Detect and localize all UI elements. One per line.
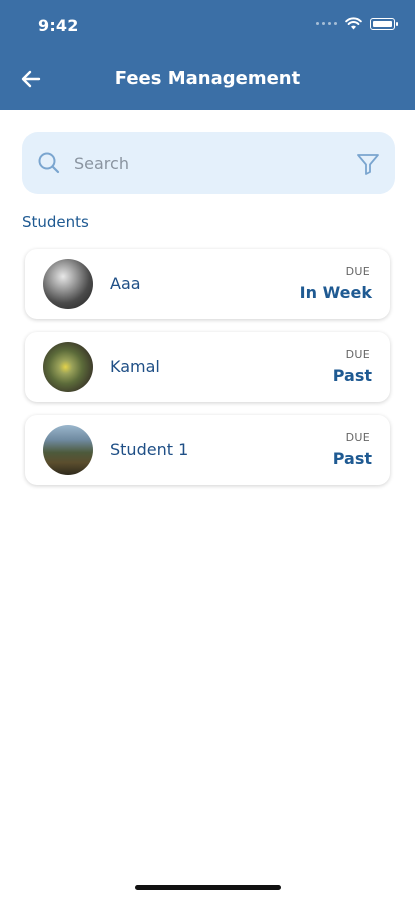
student-card[interactable]: Aaa DUE In Week (25, 249, 390, 319)
page-title: Fees Management (114, 68, 301, 89)
search-bar[interactable] (22, 132, 395, 194)
wifi-icon (345, 17, 362, 30)
search-icon (38, 152, 60, 174)
app-header: 9:42 Fees Management (0, 0, 415, 110)
due-status: Past (332, 449, 372, 468)
student-name: Student 1 (110, 440, 189, 459)
filter-icon[interactable] (355, 151, 381, 177)
status-icons (316, 17, 398, 30)
status-time: 9:42 (38, 16, 79, 35)
due-label: DUE (345, 265, 370, 278)
signal-icon (316, 22, 337, 25)
student-name: Kamal (110, 357, 160, 376)
avatar (43, 259, 93, 309)
avatar (43, 342, 93, 392)
due-status: In Week (299, 283, 372, 302)
student-card[interactable]: Student 1 DUE Past (25, 415, 390, 485)
due-label: DUE (345, 431, 370, 444)
home-indicator[interactable] (135, 885, 281, 890)
students-section-label: Students (22, 213, 89, 231)
student-card[interactable]: Kamal DUE Past (25, 332, 390, 402)
search-input[interactable] (74, 148, 344, 178)
avatar (43, 425, 93, 475)
due-status: Past (332, 366, 372, 385)
student-name: Aaa (110, 274, 141, 293)
battery-icon (370, 17, 398, 30)
due-label: DUE (345, 348, 370, 361)
